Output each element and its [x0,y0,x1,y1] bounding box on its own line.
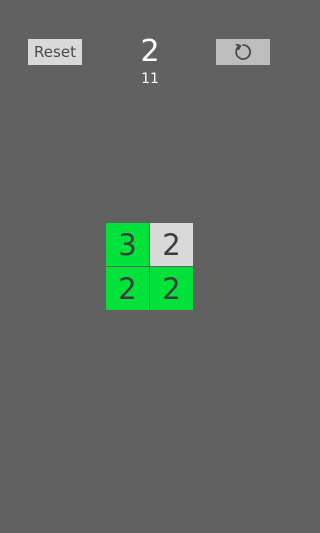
restart-button[interactable] [216,39,270,65]
moves-count: 11 [141,71,159,87]
restart-icon [233,42,253,62]
tile[interactable]: 2 [150,223,193,266]
tile[interactable]: 2 [106,267,149,310]
tile[interactable]: 3 [106,223,149,266]
game-board: 3 2 2 2 [106,223,193,311]
tile[interactable]: 2 [150,267,193,310]
